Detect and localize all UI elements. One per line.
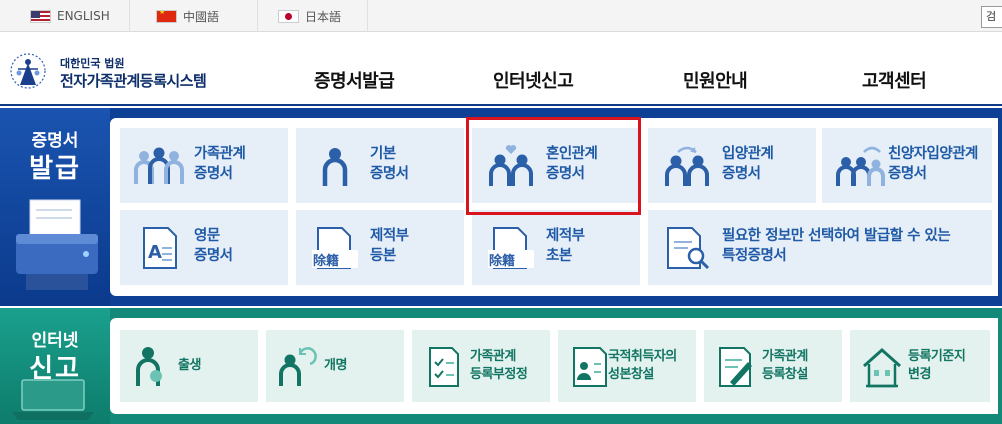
removed-register-extract-tile[interactable]: 除籍 제적부 초본 [472,210,640,285]
registration-base-change-tile[interactable]: 등록기준지 변경 [850,330,990,402]
japan-flag-icon [278,9,299,23]
tile-label-line2: 증명서 [888,166,927,182]
internet-report-side-banner: 인터넷 신고 [0,308,110,424]
house-icon [863,347,901,388]
document-search-icon [667,227,710,270]
removed-register-icon: 除籍 [312,227,358,269]
removed-register-icon: 除籍 [488,227,534,269]
internet-report-panel: 인터넷 신고 출생 개명 가족관계 등록부정정 국적취득자의 성본창설 가족관계… [0,308,1002,424]
court-logo-icon[interactable] [8,51,48,91]
tile-label-line2: 등록창설 [762,367,808,382]
checklist-icon [429,347,459,387]
adoption-certificate-tile[interactable]: 입양관계 증명서 [648,128,816,203]
tile-label-line2: 등본 [370,248,396,264]
org-name: 대한민국 법원 [60,57,125,70]
english-certificate-tile[interactable]: A 영문 증명서 [120,210,288,285]
language-label: ENGLISH [57,9,110,23]
rename-icon [279,347,317,386]
svg-text:除籍: 除籍 [489,253,515,269]
birth-icon [136,347,162,386]
specific-certificate-tile[interactable]: 필요한 정보만 선택하여 발급할 수 있는 특정증명서 [648,210,992,285]
person-icon [322,148,348,186]
tile-label-line1: 가족관계 [470,349,516,364]
id-card-icon [573,347,607,387]
register-creation-tile[interactable]: 가족관계 등록창설 [704,330,842,402]
nav-certificates[interactable]: 증명서발급 [314,67,395,93]
language-label: 日本語 [305,9,342,24]
language-chinese-link[interactable]: 中國語 [130,0,258,32]
naturalized-surname-creation-tile[interactable]: 국적취득자의 성본창설 [558,330,696,402]
tile-label-line1: 등록기준지 [908,349,966,364]
tile-label-line2: 증명서 [370,166,409,182]
adoption-icon [665,146,709,186]
name-change-tile[interactable]: 개명 [266,330,404,402]
tile-label-line1: 친양자입양관계 [888,146,978,162]
tile-label-line1: 기본 [370,146,396,162]
basic-certificate-tile[interactable]: 기본 증명서 [296,128,464,203]
language-japanese-link[interactable]: 日本語 [258,0,368,32]
birth-report-tile[interactable]: 출생 [120,330,258,402]
removed-register-copy-tile[interactable]: 除籍 제적부 등본 [296,210,464,285]
svg-text:除籍: 除籍 [313,253,339,269]
tile-label-line2: 초본 [546,248,572,264]
certificate-side-banner: 증명서 발급 [0,108,110,306]
tile-label-line2: 특정증명서 [722,248,787,264]
tile-label-line1: 국적취득자의 [608,349,677,364]
tile-label-line1: 개명 [324,358,347,373]
tile-label-line2: 등록부정정 [470,367,528,382]
language-label: 中國語 [183,9,220,24]
laptop-icon [12,379,94,420]
register-correction-tile[interactable]: 가족관계 등록부정정 [412,330,550,402]
full-adoption-icon [836,146,885,186]
internet-report-grid: 출생 개명 가족관계 등록부정정 국적취득자의 성본창설 가족관계 등록창설 등… [110,318,998,414]
tile-label-line2: 증명서 [194,166,233,182]
side-title-line2: 발급 [29,154,81,184]
printer-icon [16,199,98,290]
family-icon [134,147,184,184]
family-relation-certificate-tile[interactable]: 가족관계 증명서 [120,128,288,203]
nav-customer-center[interactable]: 고객센터 [862,67,927,93]
language-english-link[interactable]: ENGLISH [0,0,130,32]
site-header: 대한민국 법원 전자가족관계등록시스템 증명서발급 인터넷신고 민원안내 고객센… [0,33,1002,106]
pen-document-icon [719,347,752,387]
tile-label-line1: 제적부 [370,228,409,244]
tile-label-line2: 성본창설 [608,367,654,382]
tile-label-line2: 증명서 [722,166,761,182]
tile-label-line1: 영문 [194,228,220,244]
china-flag-icon [156,9,177,23]
tile-label-line1: 출생 [178,358,201,373]
system-name[interactable]: 전자가족관계등록시스템 [60,70,207,91]
svg-text:A: A [148,242,162,263]
tile-label-line1: 필요한 정보만 선택하여 발급할 수 있는 [722,228,951,244]
search-button[interactable]: 검 [981,6,1002,28]
tile-label-line1: 제적부 [546,228,585,244]
tile-label-line2: 증명서 [194,248,233,264]
nav-civil-guide[interactable]: 민원안내 [683,67,748,93]
tile-label-line1: 입양관계 [722,146,774,162]
english-document-icon: A [143,227,177,269]
tile-label-line2: 변경 [908,367,931,382]
selection-highlight-box [466,117,641,215]
tile-label-line1: 가족관계 [194,146,246,162]
language-bar: ENGLISH 中國語 日本語 검 [0,0,1002,32]
nav-internet-report[interactable]: 인터넷신고 [493,67,574,93]
full-adoption-certificate-tile[interactable]: 친양자입양관계 증명서 [822,128,992,203]
tile-label-line1: 가족관계 [762,349,808,364]
us-flag-icon [30,9,51,23]
